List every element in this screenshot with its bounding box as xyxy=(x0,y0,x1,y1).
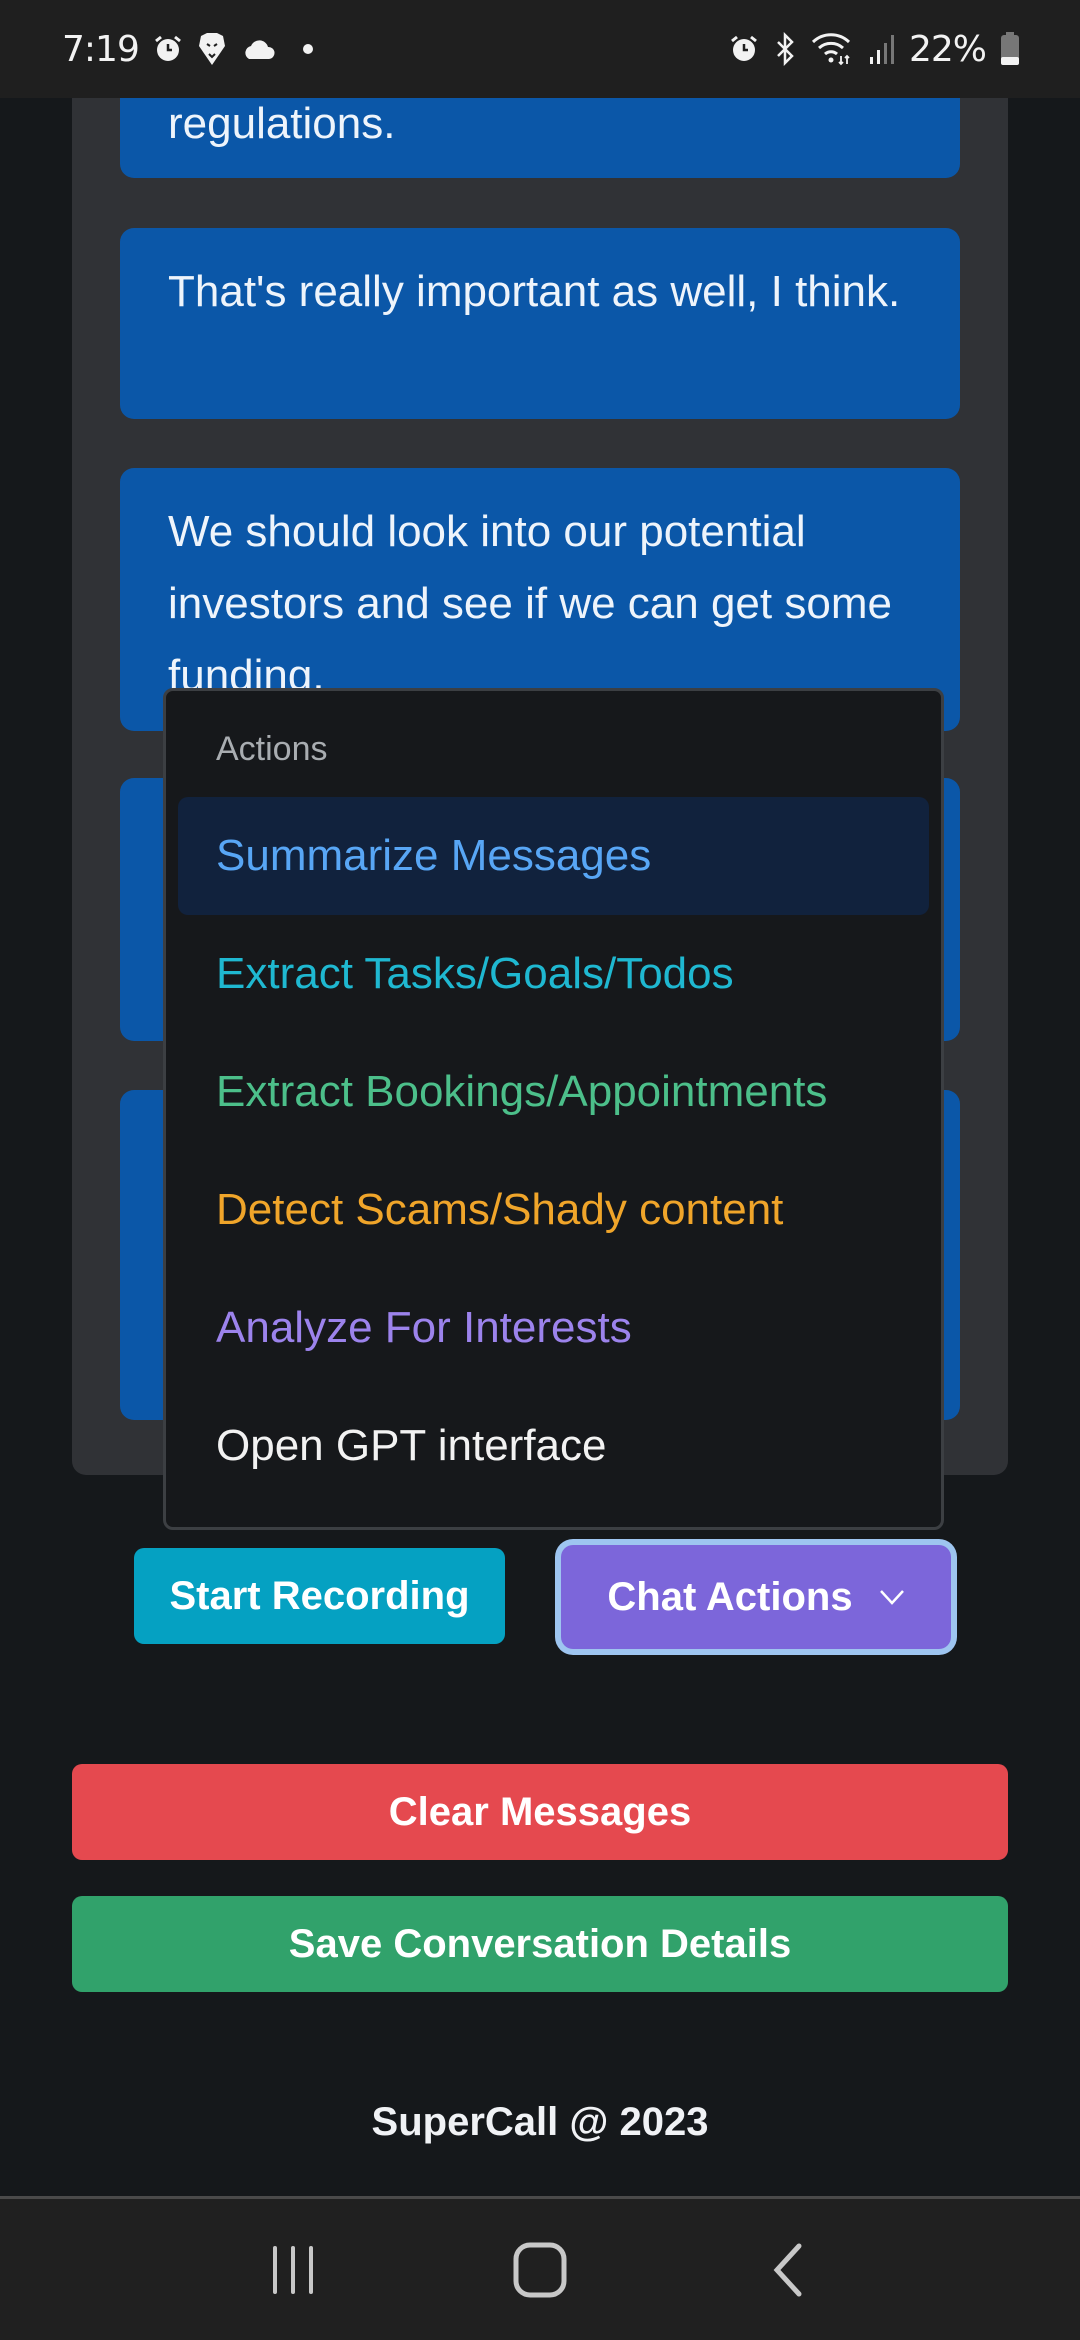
alarm-icon xyxy=(153,34,183,64)
save-conversation-label: Save Conversation Details xyxy=(288,1921,792,1966)
menu-item-extract-bookings[interactable]: Extract Bookings/Appointments xyxy=(178,1033,929,1151)
brave-lion-icon xyxy=(197,32,227,66)
chat-message-text: That's really important as well, I think… xyxy=(168,267,901,316)
footer-copyright: SuperCall @ 2023 xyxy=(371,2100,709,2144)
alarm-icon xyxy=(729,34,759,64)
battery-icon xyxy=(1000,32,1020,66)
chat-message-text: regulations. xyxy=(168,99,396,148)
cloud-icon xyxy=(241,37,275,61)
status-bar: 7:19 22% xyxy=(0,0,1080,98)
menu-item-open-gpt-interface[interactable]: Open GPT interface xyxy=(178,1387,929,1505)
wifi-icon xyxy=(811,32,855,66)
home-icon[interactable] xyxy=(480,2220,600,2320)
start-recording-button[interactable]: Start Recording xyxy=(134,1548,505,1644)
dropdown-header: Actions xyxy=(216,730,328,768)
notification-dot xyxy=(302,44,313,54)
system-nav-bar xyxy=(0,2196,1080,2340)
status-right: 22% xyxy=(729,29,1020,70)
signal-icon xyxy=(869,33,895,65)
chat-actions-dropdown-menu: Actions Summarize Messages Extract Tasks… xyxy=(163,688,944,1530)
menu-item-analyze-interests[interactable]: Analyze For Interests xyxy=(178,1269,929,1387)
status-left: 7:19 xyxy=(62,29,313,70)
chat-message-text: We should look into our potential invest… xyxy=(168,507,892,700)
chat-actions-label: Chat Actions xyxy=(607,1574,853,1619)
clear-messages-label: Clear Messages xyxy=(388,1789,692,1834)
back-icon[interactable] xyxy=(727,2220,847,2320)
status-time: 7:19 xyxy=(62,28,140,70)
battery-percent: 22% xyxy=(908,28,987,70)
chevron-down-icon xyxy=(879,1588,905,1606)
menu-item-detect-scams[interactable]: Detect Scams/Shady content xyxy=(178,1151,929,1269)
recent-apps-icon[interactable] xyxy=(233,2220,353,2320)
bluetooth-icon xyxy=(773,32,797,66)
chat-message: That's really important as well, I think… xyxy=(120,228,960,419)
start-recording-label: Start Recording xyxy=(169,1573,470,1618)
save-conversation-button[interactable]: Save Conversation Details xyxy=(72,1896,1008,1992)
chat-actions-dropdown-button[interactable]: Chat Actions xyxy=(561,1545,951,1649)
menu-item-summarize-messages[interactable]: Summarize Messages xyxy=(178,797,929,915)
menu-item-extract-tasks[interactable]: Extract Tasks/Goals/Todos xyxy=(178,915,929,1033)
clear-messages-button[interactable]: Clear Messages xyxy=(72,1764,1008,1860)
